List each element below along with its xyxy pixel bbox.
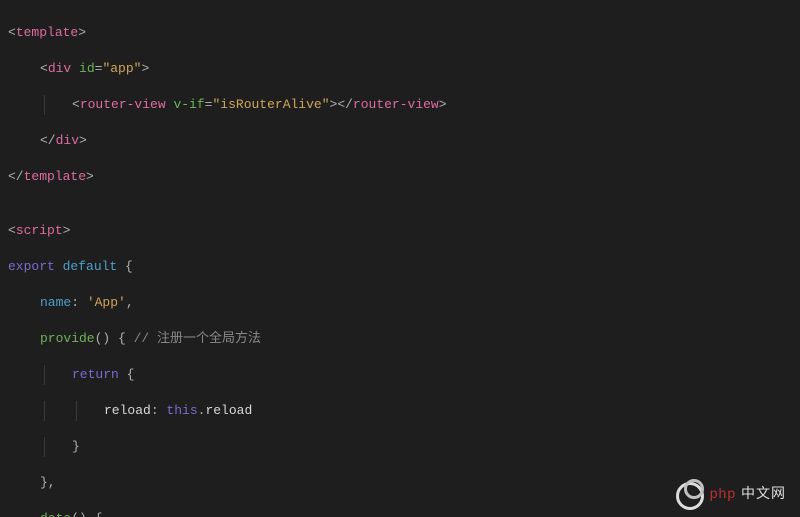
code-line: provide() { // 注册一个全局方法 (8, 330, 792, 348)
code-line: } (8, 438, 792, 456)
code-line: <router-view v-if="isRouterAlive"></rout… (8, 96, 792, 114)
php-logo-icon (676, 479, 704, 507)
watermark: php 中文网 (676, 479, 786, 507)
code-line: export default { (8, 258, 792, 276)
code-line: name: 'App', (8, 294, 792, 312)
code-line: data() { (8, 510, 792, 517)
code-line: </div> (8, 132, 792, 150)
code-line: <script> (8, 222, 792, 240)
code-line: <div id="app"> (8, 60, 792, 78)
watermark-label: php 中文网 (710, 484, 786, 502)
code-line: }, (8, 474, 792, 492)
code-line: </template> (8, 168, 792, 186)
code-line: return { (8, 366, 792, 384)
code-line: <template> (8, 24, 792, 42)
code-line: reload: this.reload (8, 402, 792, 420)
code-block: <template> <div id="app"> <router-view v… (0, 0, 800, 517)
